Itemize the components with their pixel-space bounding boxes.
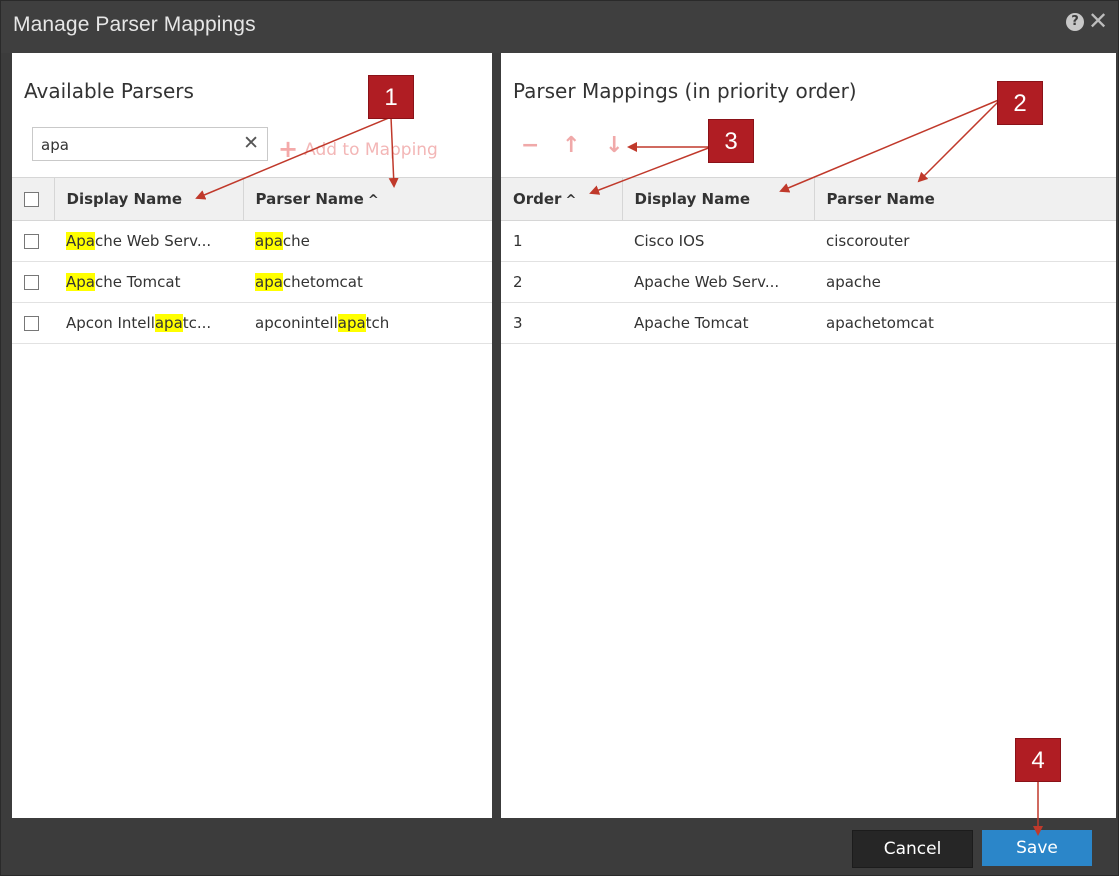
search-box: ✕ (32, 127, 268, 161)
title-bar: Manage Parser Mappings ? ✕ (1, 1, 1118, 53)
manage-parser-mappings-dialog: Manage Parser Mappings ? ✕ Available Par… (0, 0, 1119, 876)
order-cell: 3 (501, 302, 622, 344)
parser-name-cell: ciscorouter (814, 220, 1116, 262)
display-name-cell: Apcon Intellapatc... (54, 302, 243, 344)
sort-ascending-icon: ^ (367, 193, 379, 208)
table-header-row: Display Name Parser Name ^ (12, 177, 492, 221)
help-icon[interactable]: ? (1066, 13, 1084, 31)
parser-name-cell: apconintellapatch (243, 302, 492, 344)
column-header-label: Display Name (66, 190, 183, 208)
remove-mapping-button[interactable]: − (521, 133, 539, 159)
callout-badge-2: 2 (997, 81, 1043, 125)
column-header-label: Parser Name (826, 190, 935, 208)
display-name-cell: Apache Tomcat (54, 261, 243, 303)
row-checkbox[interactable] (24, 234, 39, 249)
cell-text: che Tomcat (94, 273, 181, 291)
arrow-up-icon: ↑ (562, 133, 581, 158)
table-row[interactable]: 2 Apache Web Serv... apache (501, 261, 1116, 303)
available-parsers-panel: Available Parsers ✕ +Add to Mapping Disp… (12, 53, 492, 818)
plus-icon: + (278, 135, 299, 163)
callout-badge-4: 4 (1015, 738, 1061, 782)
column-header-parser-name[interactable]: Parser Name ^ (243, 177, 492, 221)
search-input[interactable] (39, 134, 233, 156)
table-header-row: Order ^ Display Name Parser Name (501, 177, 1116, 221)
callout-badge-1: 1 (368, 75, 414, 119)
parser-mappings-rows: 1 Cisco IOS ciscorouter 2 Apache Web Serv...… (501, 220, 1116, 344)
order-cell: 2 (501, 261, 622, 303)
arrow-down-icon: ↓ (605, 133, 624, 158)
search-highlight: apa (154, 314, 183, 332)
cell-text: che Web Serv... (94, 232, 212, 250)
search-highlight: apa (337, 314, 366, 332)
column-header-parser-name[interactable]: Parser Name (814, 177, 1116, 221)
row-select-cell (12, 220, 54, 262)
search-highlight: apa (255, 232, 283, 250)
cell-text: tc... (182, 314, 212, 332)
available-parsers-rows: Apache Web Serv... apache Apache Tomcat apa… (12, 220, 492, 344)
row-select-cell (12, 302, 54, 344)
display-name-cell: Cisco IOS (622, 220, 814, 262)
cell-text: tch (365, 314, 390, 332)
cell-text: chetomcat (282, 273, 363, 291)
order-cell: 1 (501, 220, 622, 262)
display-name-cell: Apache Web Serv... (622, 261, 814, 303)
search-highlight: Apa (66, 273, 95, 291)
parser-name-cell: apachetomcat (243, 261, 492, 303)
table-row[interactable]: 1 Cisco IOS ciscorouter (501, 220, 1116, 262)
cell-text: che (282, 232, 310, 250)
column-header-display-name[interactable]: Display Name (54, 177, 244, 221)
row-select-cell (12, 261, 54, 303)
available-parsers-title: Available Parsers (24, 79, 194, 103)
search-highlight: apa (255, 273, 283, 291)
available-parsers-table: Display Name Parser Name ^ Apache Web Ser… (12, 177, 492, 344)
callout-badge-3: 3 (708, 119, 754, 163)
table-row[interactable]: Apache Tomcat apachetomcat (12, 261, 492, 303)
clear-search-icon[interactable]: ✕ (243, 132, 259, 154)
minus-icon: − (521, 133, 540, 158)
save-button[interactable]: Save (982, 830, 1092, 866)
move-up-button[interactable]: ↑ (562, 133, 580, 159)
parser-mappings-panel: Parser Mappings (in priority order) − ↑ … (501, 53, 1116, 818)
table-row[interactable]: 3 Apache Tomcat apachetomcat (501, 302, 1116, 344)
parser-name-cell: apache (814, 261, 1116, 303)
close-icon[interactable]: ✕ (1088, 9, 1108, 33)
row-checkbox[interactable] (24, 316, 39, 331)
sort-ascending-icon: ^ (565, 193, 577, 208)
select-all-header (12, 177, 55, 221)
cancel-button[interactable]: Cancel (852, 830, 973, 868)
parser-mappings-table: Order ^ Display Name Parser Name 1 Cisco I… (501, 177, 1116, 344)
select-all-checkbox[interactable] (24, 192, 39, 207)
parser-name-cell: apache (243, 220, 492, 262)
cell-text: Apcon Intell (66, 314, 155, 332)
column-header-label: Order (513, 190, 562, 208)
add-to-mapping-label: Add to Mapping (304, 140, 438, 160)
row-checkbox[interactable] (24, 275, 39, 290)
display-name-cell: Apache Tomcat (622, 302, 814, 344)
column-header-label: Parser Name (255, 190, 364, 208)
move-down-button[interactable]: ↓ (605, 133, 623, 159)
table-row[interactable]: Apache Web Serv... apache (12, 220, 492, 262)
column-header-display-name[interactable]: Display Name (622, 177, 815, 221)
column-header-order[interactable]: Order ^ (501, 177, 623, 221)
table-row[interactable]: Apcon Intellapatc... apconintellapatch (12, 302, 492, 344)
parser-mappings-title: Parser Mappings (in priority order) (513, 79, 857, 103)
cell-text: apconintell (255, 314, 338, 332)
dialog-title: Manage Parser Mappings (13, 13, 256, 36)
column-header-label: Display Name (634, 190, 751, 208)
add-to-mapping-button[interactable]: + Add to Mapping (278, 135, 438, 163)
display-name-cell: Apache Web Serv... (54, 220, 243, 262)
search-highlight: Apa (66, 232, 95, 250)
parser-name-cell: apachetomcat (814, 302, 1116, 344)
